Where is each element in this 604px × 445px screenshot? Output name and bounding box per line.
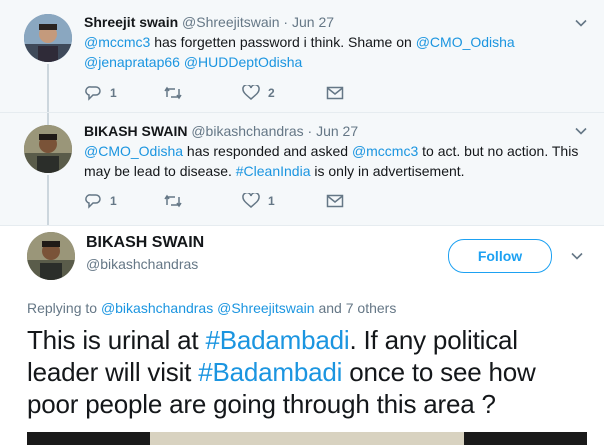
replying-to: Replying to @bikashchandras @Shreejitswa…	[27, 300, 396, 316]
text-segment: has forgetten password i think. Shame on	[150, 34, 416, 50]
like-count: 1	[268, 194, 275, 208]
chevron-down-icon[interactable]	[570, 249, 584, 263]
envelope-icon	[326, 194, 344, 208]
tweet-header: Shreejit swain @Shreejitswain · Jun 27	[84, 14, 334, 30]
retweet-action[interactable]	[163, 193, 242, 209]
reply-count: 1	[110, 194, 117, 208]
hashtag-link[interactable]: #Badambadi	[205, 325, 349, 355]
tweet-header: BIKASH SWAIN @bikashchandras · Jun 27	[84, 123, 358, 139]
reply-count: 1	[110, 86, 117, 100]
reply-action[interactable]: 1	[84, 193, 163, 209]
retweet-icon	[164, 194, 182, 208]
avatar-shreejit[interactable]	[24, 14, 72, 62]
tweet-media-image[interactable]	[27, 432, 587, 445]
text-segment: is only in advertisement.	[310, 163, 465, 179]
reply-action[interactable]: 1	[84, 85, 163, 101]
tweet-actions: 1 2	[84, 83, 344, 103]
thread-line	[47, 175, 49, 225]
avatar-bikash-main[interactable]	[27, 232, 75, 280]
author-name[interactable]: Shreejit swain	[84, 14, 178, 30]
author-handle[interactable]: @bikashchandras	[86, 256, 198, 272]
avatar-image	[27, 232, 75, 280]
thread-line	[47, 113, 49, 125]
heart-icon	[242, 193, 260, 208]
retweet-icon	[164, 86, 182, 100]
retweet-action[interactable]	[163, 85, 242, 101]
dm-action[interactable]	[326, 86, 344, 100]
mention-link[interactable]: @HUDDeptOdisha	[184, 54, 302, 70]
author-name[interactable]: BIKASH SWAIN	[86, 234, 204, 252]
text-segment: has responded and asked	[183, 143, 352, 159]
chevron-down-icon[interactable]	[574, 124, 588, 138]
avatar-image	[24, 125, 72, 173]
heart-icon	[242, 85, 260, 100]
envelope-icon	[326, 86, 344, 100]
mention-link[interactable]: @jenapratap66	[84, 54, 180, 70]
tweet-text: @CMO_Odisha has responded and asked @mcc…	[84, 141, 589, 181]
reply-icon	[85, 194, 101, 209]
mention-link[interactable]: @mccmc3	[352, 143, 418, 159]
separator: ·	[283, 14, 289, 30]
reply-icon	[85, 86, 101, 101]
tweet-date[interactable]: Jun 27	[292, 14, 334, 30]
tweet-text: @mccmc3 has forgetten password i think. …	[84, 32, 554, 72]
like-action[interactable]: 1	[242, 193, 326, 209]
media-image-content	[150, 432, 464, 445]
replying-user[interactable]: @bikashchandras	[101, 300, 213, 316]
author-handle[interactable]: @bikashchandras	[191, 123, 303, 139]
follow-button[interactable]: Follow	[448, 239, 552, 273]
context-tweet-2[interactable]: BIKASH SWAIN @bikashchandras · Jun 27 @C…	[0, 113, 604, 226]
avatar-bikash[interactable]	[24, 125, 72, 173]
main-tweet-text: This is urinal at #Badambadi. If any pol…	[27, 324, 587, 420]
replying-user[interactable]: @Shreejitswain	[217, 300, 314, 316]
author-name[interactable]: BIKASH SWAIN	[84, 123, 187, 139]
mention-link[interactable]: @CMO_Odisha	[84, 143, 183, 159]
separator: ·	[307, 123, 313, 139]
mention-link[interactable]: @CMO_Odisha	[416, 34, 515, 50]
replying-prefix: Replying to	[27, 300, 101, 316]
replying-suffix[interactable]: and 7 others	[315, 300, 396, 316]
thread-line	[47, 64, 49, 112]
like-action[interactable]: 2	[242, 85, 326, 101]
tweet-date[interactable]: Jun 27	[316, 123, 358, 139]
dm-action[interactable]	[326, 194, 344, 208]
avatar-image	[24, 14, 72, 62]
hashtag-link[interactable]: #Badambadi	[198, 357, 342, 387]
like-count: 2	[268, 86, 275, 100]
hashtag-link[interactable]: #CleanIndia	[236, 163, 311, 179]
context-tweet-1[interactable]: Shreejit swain @Shreejitswain · Jun 27 @…	[0, 0, 604, 113]
mention-link[interactable]: @mccmc3	[84, 34, 150, 50]
author-handle[interactable]: @Shreejitswain	[182, 14, 279, 30]
tweet-actions: 1 1	[84, 191, 344, 211]
chevron-down-icon[interactable]	[574, 16, 588, 30]
text-segment: This is urinal at	[27, 325, 206, 355]
